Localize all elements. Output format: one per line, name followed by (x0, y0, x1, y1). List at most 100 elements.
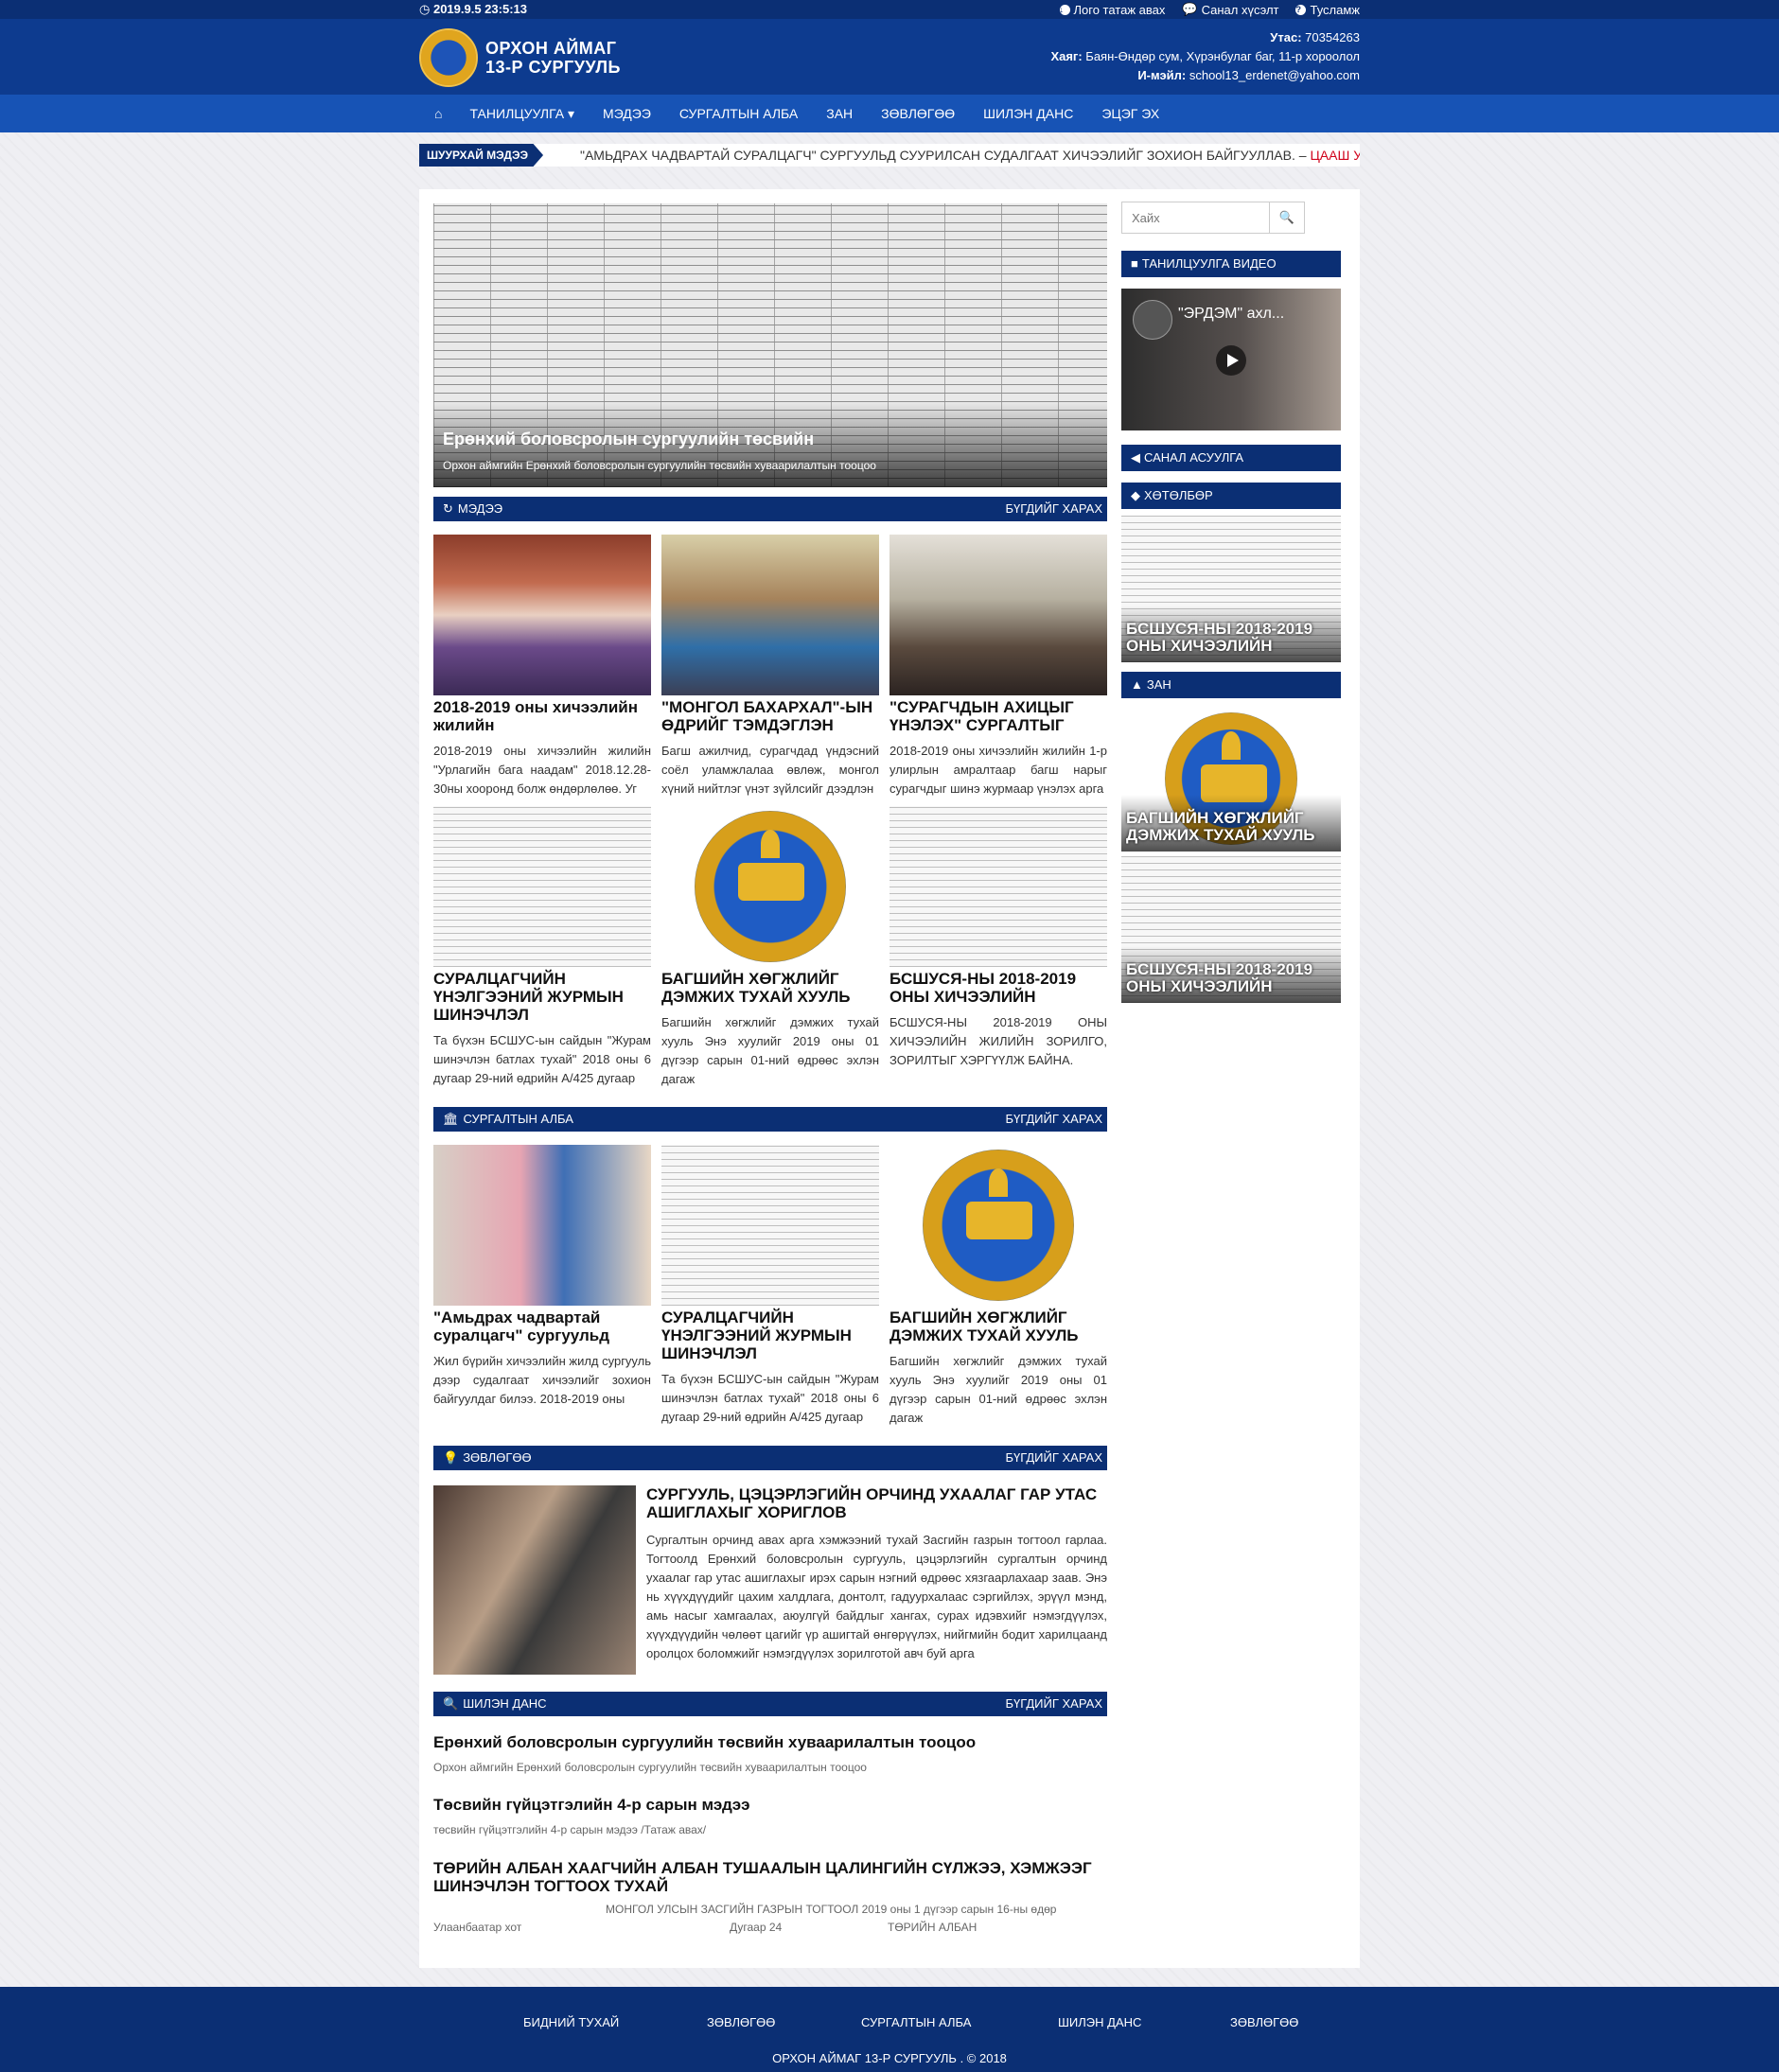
site-logo[interactable]: ОРХОН АЙМАГ 13-Р СУРГУУЛЬ (419, 28, 621, 87)
logo-line-2: 13-Р СУРГУУЛЬ (485, 58, 621, 77)
chat-icon: 💬 (1182, 2, 1198, 16)
handshake-icon: ◆ (1131, 488, 1140, 502)
read-more-link[interactable]: ЦААШ УНШИХ (1310, 148, 1360, 163)
ticker-text[interactable]: "АМЬДРАХ ЧАДВАРТАЙ СУРАЛЦАГЧ" СУРГУУЛЬД … (580, 144, 1360, 167)
news-card-image (433, 535, 651, 695)
address: Баян-Өндөр сум, Хүрэнбулаг баг, 11-р хор… (1085, 49, 1360, 63)
contact-info: Утас: 70354263 Хаяг: Баян-Өндөр сум, Хүр… (1050, 30, 1360, 82)
training-section-header: 🏛 СУРГАЛТЫН АЛБА БҮГДИЙГ ХАРАХ (433, 1107, 1107, 1132)
advice-article[interactable]: СУРГУУЛЬ, ЦЭЦЭРЛЭГИЙН ОРЧИНД УХААЛАГ ГАР… (433, 1485, 1107, 1675)
datetime: ◷ 2019.9.5 23:5:13 (419, 2, 527, 16)
ticker-label: ШУУРХАЙ МЭДЭЭ (419, 144, 544, 167)
play-icon[interactable] (1216, 345, 1246, 376)
account-item[interactable]: ТӨРИЙН АЛБАН ХААГЧИЙН АЛБАН ТУШААЛЫН ЦАЛ… (433, 1859, 1107, 1936)
video-camera-icon: ■ (1131, 256, 1138, 271)
top-bar: ◷ 2019.9.5 23:5:13 ↓ Лого татаж авах 💬 Сан… (0, 0, 1779, 19)
account-item[interactable]: Ерөнхий боловсролын сургуулийн төсвийн х… (433, 1733, 1107, 1774)
nav-item-advice[interactable]: ЗӨВЛӨГӨӨ (867, 95, 969, 132)
email: school13_erdenet@yahoo.com (1189, 68, 1360, 82)
search-box: 🔍 (1121, 202, 1305, 234)
state-emblem-icon (923, 1150, 1074, 1301)
footer-link-training[interactable]: СУРГАЛТЫН АЛБА (861, 2015, 971, 2029)
help-icon: ? (1295, 4, 1307, 15)
news-ticker: ШУУРХАЙ МЭДЭЭ "АМЬДРАХ ЧАДВАРТАЙ СУРАЛЦА… (419, 144, 1360, 167)
news-card[interactable]: 2018-2019 оны хичээлийн жилийн 2018-2019… (433, 535, 651, 799)
nav-item-parents[interactable]: ЭЦЭГ ЭХ (1087, 95, 1173, 132)
refresh-icon: ↻ (443, 501, 453, 516)
main-content: Ерөнхий боловсролын сургуулийн төсвийн О… (419, 189, 1360, 1968)
main-nav: ⌂ ТАНИЛЦУУЛГА ▾ МЭДЭЭ СУРГАЛТЫН АЛБА ЗАН… (0, 95, 1779, 132)
footer-link-accounts[interactable]: ШИЛЭН ДАНС (1058, 2015, 1141, 2029)
hero-slide[interactable]: Ерөнхий боловсролын сургуулийн төсвийн О… (433, 203, 1107, 487)
footer: БИДНИЙ ТУХАЙ ЗӨВЛӨГӨӨ СУРГАЛТЫН АЛБА ШИЛ… (0, 1987, 1779, 2072)
accounts-see-all[interactable]: БҮГДИЙГ ХАРАХ (1005, 1692, 1102, 1716)
news-card[interactable]: "МОНГОЛ БАХАРХАЛ"-ЫН ӨДРИЙГ ТЭМДЭГЛЭН Ба… (661, 535, 879, 799)
search-input[interactable] (1122, 202, 1283, 233)
hero-title: Ерөнхий боловсролын сургуулийн төсвийн (443, 430, 815, 448)
download-icon: ↓ (1059, 4, 1070, 15)
training-card[interactable]: "Амьдрах чадвартай суралцагч" сургуульд … (433, 1145, 651, 1409)
training-card[interactable]: БАГШИЙН ХӨГЖЛИЙГ ДЭМЖИХ ТУХАЙ ХУУЛЬ Багш… (890, 1145, 1107, 1428)
state-emblem-icon (695, 811, 846, 962)
nav-item-news[interactable]: МЭДЭЭ (589, 95, 665, 132)
search-icon: 🔍 (443, 1696, 459, 1711)
help-link[interactable]: ? Тусламж (1295, 2, 1360, 17)
training-card-image (661, 1145, 879, 1306)
advice-title: СУРГУУЛЬ, ЦЭЦЭРЛЭГИЙН ОРЧИНД УХААЛАГ ГАР… (646, 1485, 1098, 1521)
intro-video[interactable]: "ЭРДЭМ" ахл... (1121, 289, 1341, 430)
home-icon[interactable]: ⌂ (419, 95, 455, 132)
survey-section-header[interactable]: ◀ САНАЛ АСУУЛГА (1121, 445, 1341, 471)
download-logo-link[interactable]: ↓ Лого татаж авах (1059, 2, 1165, 17)
training-see-all[interactable]: БҮГДИЙГ ХАРАХ (1005, 1107, 1102, 1132)
footer-link-advice[interactable]: ЗӨВЛӨГӨӨ (707, 2015, 775, 2029)
news-card-image (661, 535, 879, 695)
news-card[interactable]: СУРАЛЦАГЧИЙН ҮНЭЛГЭЭНИЙ ЖУРМЫН ШИНЭЧЛЭЛ … (433, 806, 651, 1088)
advice-see-all[interactable]: БҮГДИЙГ ХАРАХ (1005, 1446, 1102, 1470)
news-section-header: ↻ МЭДЭЭ БҮГДИЙГ ХАРАХ (433, 497, 1107, 521)
news-card-image (661, 806, 879, 967)
nav-item-zan[interactable]: ЗАН (812, 95, 867, 132)
channel-avatar (1133, 300, 1172, 340)
zan-item[interactable]: БАГШИЙН ХӨГЖЛИЙГ ДЭМЖИХ ТУХАЙ ХУУЛЬ (1121, 705, 1341, 852)
account-item[interactable]: Төсвийн гүйцэтгэлийн 4-р сарын мэдээ төс… (433, 1796, 1107, 1836)
training-card-image (890, 1145, 1107, 1306)
video-section-header: ■ ТАНИЛЦУУЛГА ВИДЕО (1121, 251, 1341, 277)
lightbulb-icon: 💡 (443, 1450, 459, 1465)
header: ОРХОН АЙМАГ 13-Р СУРГУУЛЬ Утас: 70354263… (0, 19, 1779, 95)
search-icon: 🔍 (1278, 210, 1295, 224)
search-button[interactable]: 🔍 (1269, 202, 1304, 233)
news-card[interactable]: БАГШИЙН ХӨГЖЛИЙГ ДЭМЖИХ ТУХАЙ ХУУЛЬ Багш… (661, 806, 879, 1089)
footer-link-advice-2[interactable]: ЗӨВЛӨГӨӨ (1230, 2015, 1298, 2029)
training-card-image (433, 1145, 651, 1306)
accounts-section-header: 🔍 ШИЛЭН ДАНС БҮГДИЙГ ХАРАХ (433, 1692, 1107, 1716)
news-card[interactable]: БСШУСЯ-НЫ 2018-2019 ОНЫ ХИЧЭЭЛИЙН БСШУСЯ… (890, 806, 1107, 1070)
clock-icon: ◷ (419, 2, 431, 16)
logo-line-1: ОРХОН АЙМАГ (485, 39, 617, 58)
advice-section-header: 💡 ЗӨВЛӨГӨӨ БҮГДИЙГ ХАРАХ (433, 1446, 1107, 1470)
phone: 70354263 (1305, 30, 1360, 44)
zan-item[interactable]: БСШУСЯ-НЫ 2018-2019 ОНЫ ХИЧЭЭЛИЙН (1121, 856, 1341, 1003)
school-emblem-icon (419, 28, 478, 87)
zan-section-header: ▲ ЗАН (1121, 672, 1341, 698)
news-card-image (890, 806, 1107, 967)
video-title: "ЭРДЭМ" ахл... (1178, 306, 1285, 322)
footer-link-about[interactable]: БИДНИЙ ТУХАЙ (523, 2015, 619, 2029)
program-section-header: ◆ ХӨТӨЛБӨР (1121, 483, 1341, 509)
feedback-link[interactable]: 💬 Санал хүсэлт (1182, 2, 1278, 17)
news-card-image (890, 535, 1107, 695)
news-see-all[interactable]: БҮГДИЙГ ХАРАХ (1005, 497, 1102, 521)
advice-image (433, 1485, 636, 1675)
nav-item-training[interactable]: СУРГАЛТЫН АЛБА (665, 95, 812, 132)
program-item[interactable]: БСШУСЯ-НЫ 2018-2019 ОНЫ ХИЧЭЭЛИЙН (1121, 516, 1341, 662)
news-card[interactable]: "СУРАГЧДЫН АХИЦЫГ ҮНЭЛЭХ" СУРГАЛТЫГ 2018… (890, 535, 1107, 799)
institution-icon: 🏛 (443, 1112, 459, 1126)
advice-text: Сургалтын орчинд авах арга хэмжээний тух… (646, 1533, 1107, 1660)
graduation-cap-icon: ▲ (1131, 677, 1143, 692)
megaphone-icon: ◀ (1131, 450, 1140, 465)
news-card-image (433, 806, 651, 967)
hero-subtitle: Орхон аймгийн Ерөнхий боловсролын сургуу… (443, 459, 876, 472)
training-card[interactable]: СУРАЛЦАГЧИЙН ҮНЭЛГЭЭНИЙ ЖУРМЫН ШИНЭЧЛЭЛ … (661, 1145, 879, 1427)
nav-item-accounts[interactable]: ШИЛЭН ДАНС (969, 95, 1087, 132)
copyright: ОРХОН АЙМАГ 13-Р СУРГУУЛЬ . © 2018 (772, 2051, 1007, 2065)
nav-item-intro[interactable]: ТАНИЛЦУУЛГА ▾ (455, 95, 589, 132)
